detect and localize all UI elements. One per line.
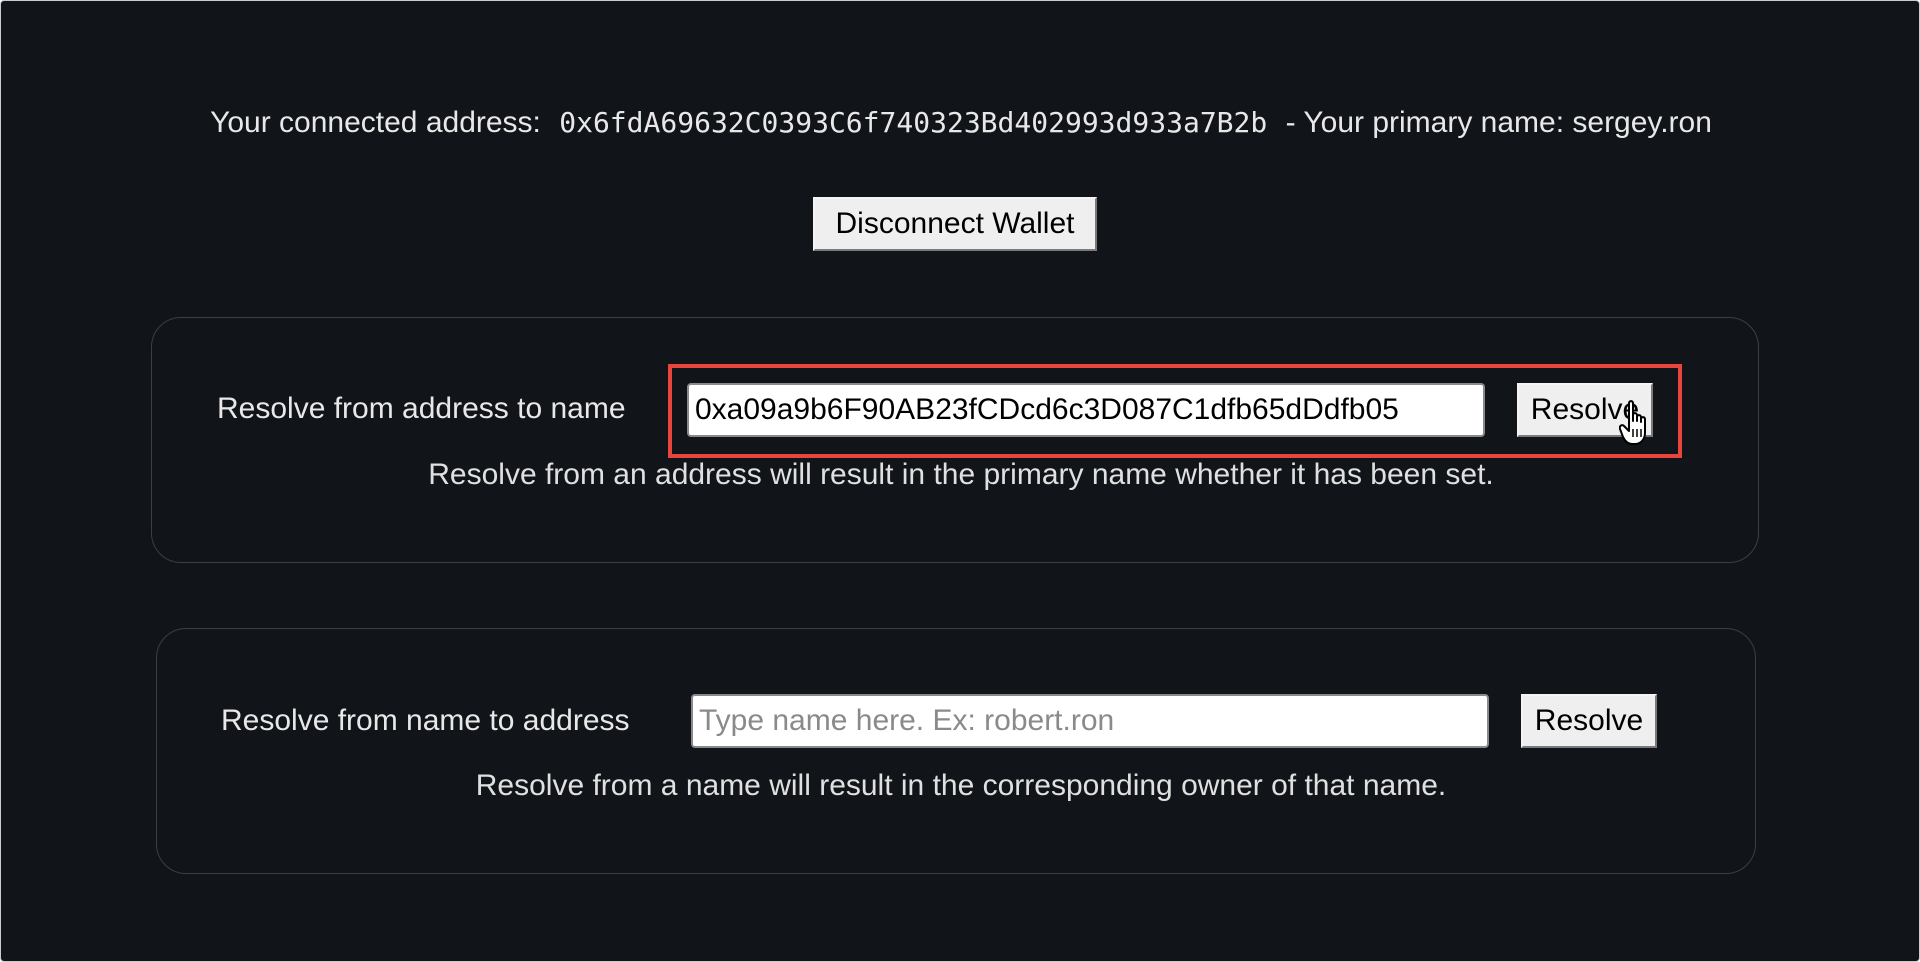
address-to-name-hint: Resolve from an address will result in t… xyxy=(428,458,1494,491)
name-to-address-label: Resolve from name to address xyxy=(221,704,630,737)
primary-name-text: - Your primary name: sergey.ron xyxy=(1285,106,1712,139)
hand-pointer-icon xyxy=(1619,400,1646,445)
address-to-name-label: Resolve from address to name xyxy=(217,392,626,425)
name-to-address-hint: Resolve from a name will result in the c… xyxy=(475,769,1447,802)
resolve-name-button[interactable]: Resolve xyxy=(1521,694,1657,748)
name-input[interactable] xyxy=(691,694,1489,748)
connection-info: Your connected address: 0x6fdA69632C0393… xyxy=(1,106,1919,140)
highlight-box xyxy=(668,364,1682,458)
name-to-address-card xyxy=(156,628,1756,874)
disconnect-wallet-button[interactable]: Disconnect Wallet xyxy=(813,197,1097,251)
connected-address-label: Your connected address: xyxy=(210,106,541,139)
app-window: Your connected address: 0x6fdA69632C0393… xyxy=(0,0,1920,962)
connected-address: 0x6fdA69632C0393C6f740323Bd402993d933a7B… xyxy=(559,106,1268,139)
